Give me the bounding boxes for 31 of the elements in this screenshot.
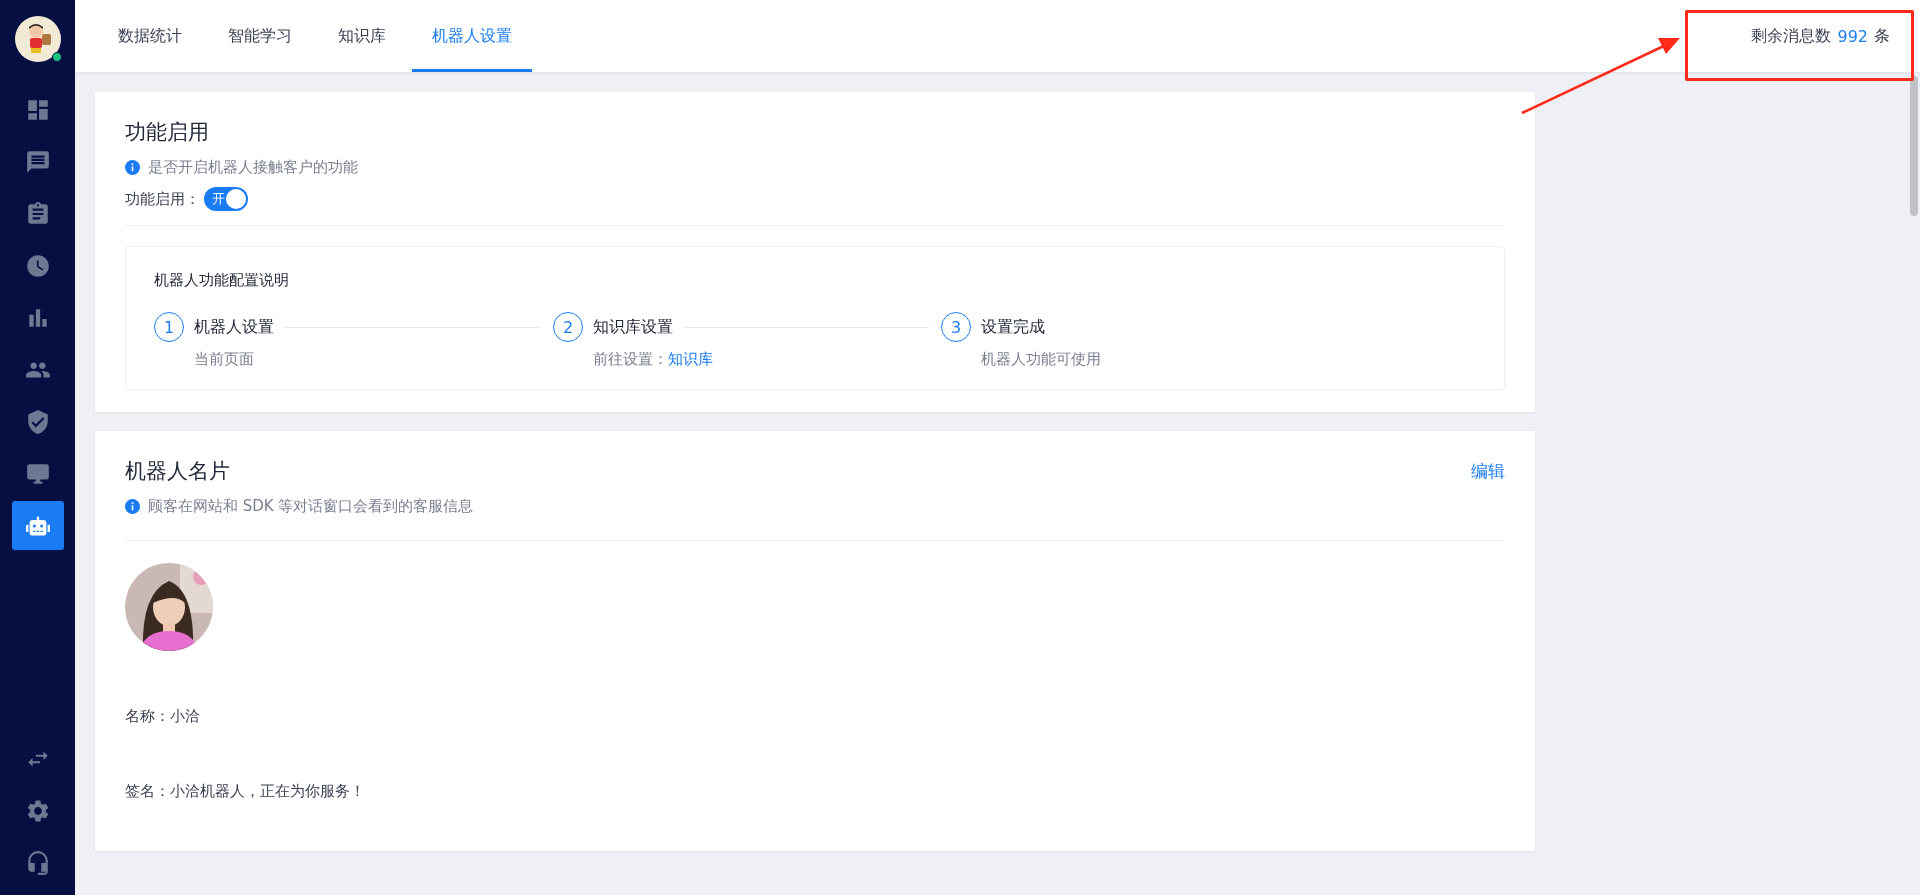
card-title: 机器人名片 xyxy=(125,458,230,485)
knowledge-base-link[interactable]: 知识库 xyxy=(668,350,713,369)
step-title: 设置完成 xyxy=(981,316,1045,338)
profile-field: 签名：小洽机器人，正在为你服务！ xyxy=(125,782,1505,801)
step-title: 机器人设置 xyxy=(194,316,274,338)
clock-icon xyxy=(24,252,51,279)
profile-field: 名称：小洽 xyxy=(125,707,1505,726)
quota-unit: 条 xyxy=(1874,25,1890,47)
scrollbar-thumb[interactable] xyxy=(1910,76,1918,216)
toggle-label: 功能启用： xyxy=(125,189,200,209)
info-icon xyxy=(125,160,140,175)
step-title: 知识库设置 xyxy=(593,316,673,338)
nav-tab[interactable]: 数据统计 xyxy=(98,0,202,72)
step-description: 前往设置： xyxy=(593,350,668,369)
enable-switch[interactable]: 开 xyxy=(204,187,248,211)
sidebar-nav-item[interactable] xyxy=(11,501,64,550)
edit-link[interactable]: 编辑 xyxy=(1471,459,1505,483)
guide-title: 机器人功能配置说明 xyxy=(154,271,290,290)
info-icon xyxy=(125,499,140,514)
nav-tab[interactable]: 知识库 xyxy=(318,0,406,72)
step-description: 当前页面 xyxy=(194,350,254,369)
message-icon xyxy=(24,148,51,175)
nav-tab[interactable]: 机器人设置 xyxy=(412,0,532,72)
nav-tab[interactable]: 智能学习 xyxy=(208,0,312,72)
hint-text: 是否开启机器人接触客户的功能 xyxy=(148,158,358,177)
step-description: 机器人功能可使用 xyxy=(981,350,1101,369)
quota-label: 剩余消息数 xyxy=(1751,25,1832,47)
card-title: 功能启用 xyxy=(125,119,210,146)
hint-text: 顾客在网站和 SDK 等对话窗口会看到的客服信息 xyxy=(148,497,474,516)
quota-count: 992 xyxy=(1837,26,1868,46)
user-avatar[interactable] xyxy=(14,16,61,62)
